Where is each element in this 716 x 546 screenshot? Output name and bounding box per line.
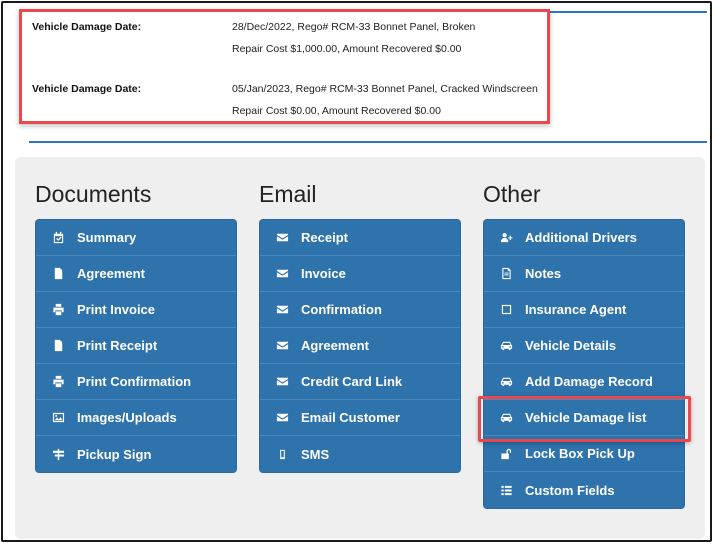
add-damage-record-label: Add Damage Record	[525, 374, 653, 389]
print-invoice-label: Print Invoice	[77, 302, 156, 317]
notes-label: Notes	[525, 266, 562, 281]
email-customer-label: Email Customer	[301, 410, 400, 425]
pickup-sign-label: Pickup Sign	[77, 446, 152, 462]
additional-drivers-button[interactable]: Additional Drivers	[484, 220, 684, 256]
damage-record-line: 28/Dec/2022, Rego# RCM-33 Bonnet Panel, …	[232, 21, 476, 33]
credit-card-link-button[interactable]: Credit Card Link	[260, 364, 460, 400]
printer-icon	[51, 303, 65, 317]
email-invoice-label: Invoice	[301, 266, 346, 281]
print-receipt-label: Print Receipt	[77, 338, 158, 353]
screenshot-frame: Vehicle Damage Date: 28/Dec/2022, Rego# …	[1, 1, 712, 542]
additional-drivers-label: Additional Drivers	[525, 230, 637, 245]
documents-button-list: Summary Agreement Print Invoice Print Re…	[35, 219, 237, 473]
damage-record-cost: Repair Cost $1,000.00, Amount Recovered …	[232, 43, 462, 55]
email-customer-button[interactable]: Email Customer	[260, 400, 460, 436]
documents-title: Documents	[35, 181, 152, 207]
mobile-icon	[275, 447, 289, 461]
vehicle-details-label: Vehicle Details	[525, 338, 617, 353]
vehicle-details-button[interactable]: Vehicle Details	[484, 328, 684, 364]
vehicle-damage-list-label: Vehicle Damage list	[525, 410, 647, 425]
damage-record-cost: Repair Cost $0.00, Amount Recovered $0.0…	[232, 105, 441, 117]
lock-box-pick-up-button[interactable]: Lock Box Pick Up	[484, 436, 684, 472]
file-icon	[51, 339, 65, 353]
calendar-check-icon	[51, 231, 65, 245]
add-damage-record-button[interactable]: Add Damage Record	[484, 364, 684, 400]
images-uploads-label: Images/Uploads	[77, 410, 177, 425]
car-icon	[499, 411, 513, 425]
damage-record-line: 05/Jan/2023, Rego# RCM-33 Bonnet Panel, …	[232, 83, 538, 95]
envelope-icon	[275, 267, 289, 281]
lock-box-pick-up-label: Lock Box Pick Up	[525, 446, 635, 461]
top-divider	[543, 11, 707, 13]
email-button-list: Receipt Invoice Confirmation Agreement C…	[259, 219, 461, 473]
square-icon	[499, 303, 513, 317]
print-confirmation-button[interactable]: Print Confirmation	[36, 364, 236, 400]
notes-button[interactable]: Notes	[484, 256, 684, 292]
insurance-agent-button[interactable]: Insurance Agent	[484, 292, 684, 328]
email-receipt-label: Receipt	[301, 230, 348, 245]
envelope-icon	[275, 231, 289, 245]
envelope-icon	[275, 375, 289, 389]
file-icon	[51, 267, 65, 281]
print-invoice-button[interactable]: Print Invoice	[36, 292, 236, 328]
print-confirmation-label: Print Confirmation	[77, 374, 192, 389]
email-invoice-button[interactable]: Invoice	[260, 256, 460, 292]
images-uploads-button[interactable]: Images/Uploads	[36, 400, 236, 436]
email-agreement-button[interactable]: Agreement	[260, 328, 460, 364]
list-icon	[499, 483, 513, 497]
summary-label: Summary	[77, 230, 137, 245]
email-receipt-button[interactable]: Receipt	[260, 220, 460, 256]
insurance-agent-label: Insurance Agent	[525, 302, 627, 317]
agreement-label: Agreement	[77, 266, 145, 281]
bottom-divider	[15, 540, 707, 541]
other-button-list: Additional Drivers Notes Insurance Agent…	[483, 219, 685, 509]
credit-card-link-label: Credit Card Link	[301, 374, 403, 389]
car-icon	[499, 375, 513, 389]
sms-button[interactable]: SMS	[260, 436, 460, 472]
email-confirmation-label: Confirmation	[301, 302, 382, 317]
envelope-icon	[275, 411, 289, 425]
email-title: Email	[259, 181, 317, 207]
summary-button[interactable]: Summary	[36, 220, 236, 256]
user-plus-icon	[499, 231, 513, 245]
section-divider	[29, 141, 707, 143]
print-receipt-button[interactable]: Print Receipt	[36, 328, 236, 364]
pickup-sign-button[interactable]: Pickup Sign	[36, 436, 236, 472]
envelope-icon	[275, 339, 289, 353]
sms-label: SMS	[301, 446, 330, 462]
other-title: Other	[483, 181, 541, 207]
custom-fields-button[interactable]: Custom Fields	[484, 472, 684, 508]
damage-date-label: Vehicle Damage Date:	[32, 21, 142, 33]
email-agreement-label: Agreement	[301, 338, 369, 353]
vehicle-damage-list-button[interactable]: Vehicle Damage list	[484, 400, 684, 436]
actions-panel: Documents Summary Agreement Print Invoic…	[15, 157, 705, 539]
envelope-icon	[275, 303, 289, 317]
printer-icon	[51, 375, 65, 389]
agreement-button[interactable]: Agreement	[36, 256, 236, 292]
car-icon	[499, 339, 513, 353]
custom-fields-label: Custom Fields	[525, 482, 615, 498]
damage-records-highlight: Vehicle Damage Date: 28/Dec/2022, Rego# …	[19, 9, 550, 124]
damage-date-label: Vehicle Damage Date:	[32, 83, 142, 95]
document-text-icon	[499, 267, 513, 281]
email-confirmation-button[interactable]: Confirmation	[260, 292, 460, 328]
unlock-icon	[499, 447, 513, 461]
signpost-icon	[51, 447, 65, 461]
image-icon	[51, 411, 65, 425]
